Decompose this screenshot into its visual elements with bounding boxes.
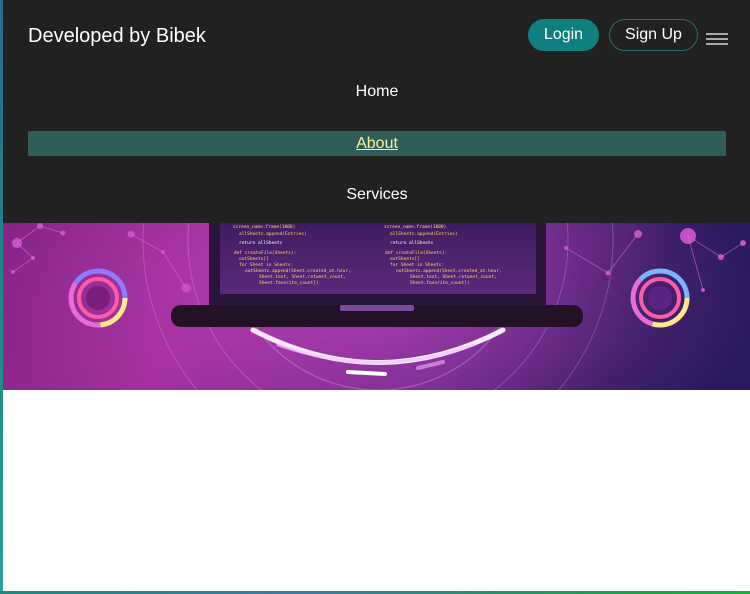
svg-text:return allSheets: return allSheets [390, 240, 434, 246]
svg-text:outSheets[]: outSheets[] [239, 256, 269, 262]
login-button[interactable]: Login [528, 19, 599, 51]
menu-item-label: Services [346, 186, 408, 203]
brand-link[interactable]: Developed by Bibek [28, 24, 206, 48]
svg-text:screen_name.frame(1000): screen_name.frame(1000) [233, 224, 295, 230]
navbar: Developed by Bibek Login Sign Up Home Ab… [3, 0, 750, 223]
svg-text:for Sheet in Sheets:: for Sheet in Sheets: [239, 262, 293, 268]
svg-text:Sheet.text, Sheet.retweet_coun: Sheet.text, Sheet.retweet_count, [410, 274, 497, 280]
svg-text:allSheets.append(Entries): allSheets.append(Entries) [239, 231, 307, 237]
hamburger-icon[interactable] [706, 33, 728, 47]
menu-item-services[interactable]: Services [28, 182, 726, 207]
svg-text:screen_name.frame(1000): screen_name.frame(1000) [384, 224, 446, 230]
browser-viewport: screen_name.frame(1000) allSheets.append… [3, 0, 750, 591]
svg-text:Sheet.favorite_count]): Sheet.favorite_count]) [259, 280, 319, 286]
svg-text:outSheets.append(Sheet.created: outSheets.append(Sheet.created_at.hour, [245, 268, 351, 274]
menu-item-label: About [356, 135, 398, 152]
svg-text:outSheets.append(Sheet.created: outSheets.append(Sheet.created_at.hour, [396, 268, 502, 274]
menu-item-about[interactable]: About [28, 131, 726, 156]
menu-item-home[interactable]: Home [28, 79, 726, 104]
svg-text:outSheets[]: outSheets[] [390, 256, 420, 262]
svg-text:for Sheet in Sheets:: for Sheet in Sheets: [390, 262, 444, 268]
svg-text:allSheets.append(Entries): allSheets.append(Entries) [390, 231, 458, 237]
svg-text:Sheet.favorite_count]): Sheet.favorite_count]) [410, 280, 470, 286]
svg-text:Sheet.text, Sheet.retweet_coun: Sheet.text, Sheet.retweet_count, [259, 274, 346, 280]
menu-item-label: Home [355, 83, 399, 100]
svg-text:return allSheets: return allSheets [239, 240, 283, 246]
svg-text:def createFile(Sheets):: def createFile(Sheets): [385, 250, 447, 256]
svg-text:def createFile(Sheets):: def createFile(Sheets): [234, 250, 296, 256]
signup-button[interactable]: Sign Up [609, 19, 698, 51]
